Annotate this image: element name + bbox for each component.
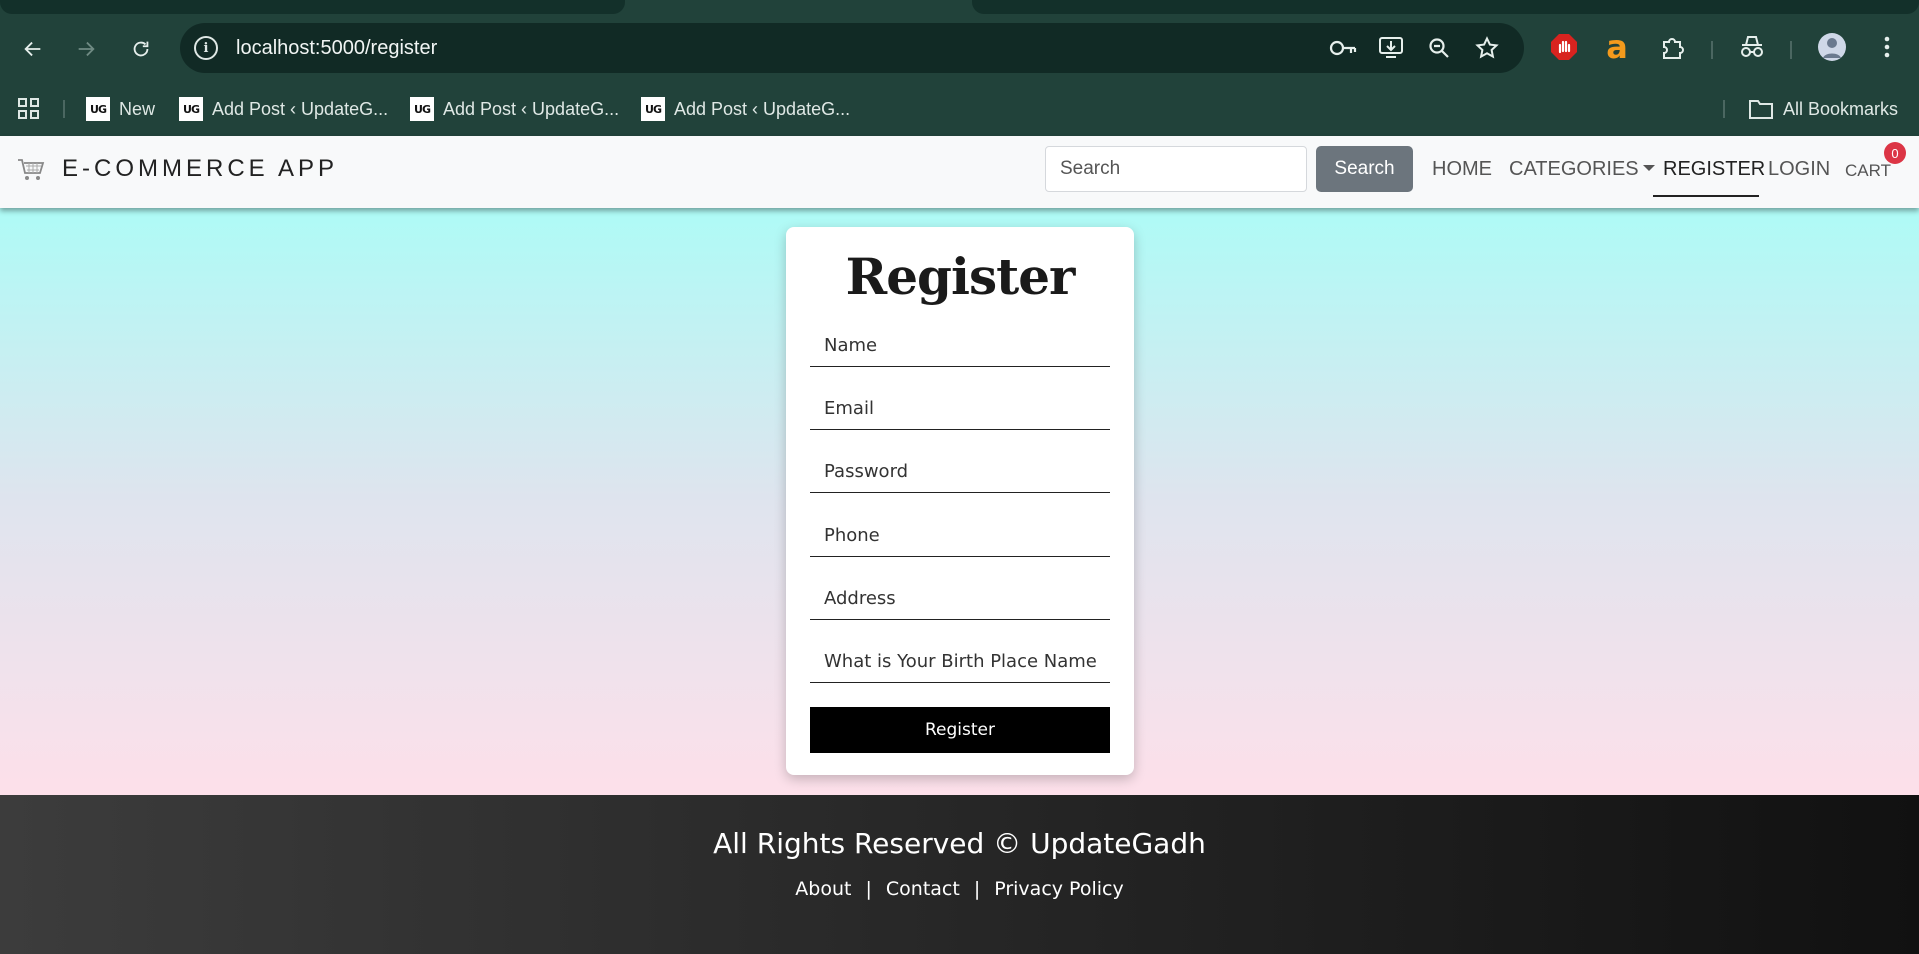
reload-icon[interactable] [124,32,158,66]
bookmark-item[interactable]: UG Add Post ‹ UpdateG... [410,82,619,136]
menu-icon[interactable] [1870,30,1904,64]
back-arrow-icon[interactable] [16,32,50,66]
toolbar-divider [1711,41,1713,59]
bookmark-item[interactable]: UG New [86,82,155,136]
bookmark-label: New [119,98,156,119]
bookmarks-divider [63,100,65,118]
tab-strip [0,0,1919,14]
apps-grid-icon[interactable] [16,82,42,136]
nav-cart[interactable]: CART [1845,161,1891,181]
all-bookmarks-label: All Bookmarks [1783,98,1899,119]
phone-field[interactable] [810,515,1110,557]
bookmark-label: Add Post ‹ UpdateG... [443,98,620,119]
name-field[interactable] [810,325,1110,367]
forward-arrow-icon[interactable] [69,32,103,66]
zoom-icon[interactable] [1424,34,1454,62]
browser-toolbar: i localhost:5000/register a [0,14,1919,82]
adblock-icon[interactable] [1547,30,1581,64]
all-bookmarks[interactable]: All Bookmarks [1748,82,1898,136]
active-nav-underline [1653,195,1759,197]
bookmarks-divider [1723,100,1725,118]
tab-inactive-right[interactable] [972,0,1919,14]
site-footer: All Rights Reserved © UpdateGadh About |… [0,795,1919,954]
password-field[interactable] [810,451,1110,493]
url-text[interactable]: localhost:5000/register [236,37,437,60]
amazon-icon[interactable]: a [1600,30,1634,64]
updategadh-favicon-icon: UG [179,97,203,121]
brand-link[interactable]: E-COMMERCE APP [16,154,338,184]
search-button[interactable]: Search [1316,146,1413,192]
address-field[interactable] [810,578,1110,620]
footer-separator: | [865,878,872,900]
address-bar[interactable]: i localhost:5000/register [180,23,1524,73]
bookmark-item[interactable]: UG Add Post ‹ UpdateG... [179,82,388,136]
extensions-icon[interactable] [1656,30,1690,64]
main-content: Register Register [0,208,1919,795]
footer-links: About | Contact | Privacy Policy [0,878,1919,900]
brand-name: E-COMMERCE APP [62,155,339,182]
bookmarks-bar: UG New UG Add Post ‹ UpdateG... UG Add P… [0,82,1919,136]
toolbar-divider [1790,41,1792,59]
email-field[interactable] [810,388,1110,430]
bookmark-label: Add Post ‹ UpdateG... [212,98,389,119]
updategadh-favicon-icon: UG [641,97,665,121]
folder-icon [1749,100,1773,119]
tab-inactive-left[interactable] [0,0,625,14]
cart-count-badge: 0 [1884,142,1906,164]
install-icon[interactable] [1376,34,1406,62]
register-title: Register [845,247,1076,306]
caret-down-icon [1642,164,1655,171]
star-icon[interactable] [1472,34,1502,62]
nav-login[interactable]: LOGIN [1768,158,1830,181]
updategadh-favicon-icon: UG [410,97,434,121]
bookmark-label: Add Post ‹ UpdateG... [674,98,851,119]
shopping-cart-icon [18,159,45,180]
footer-privacy-link[interactable]: Privacy Policy [994,878,1123,900]
footer-copyright: All Rights Reserved © UpdateGadh [713,827,1206,860]
bookmark-item[interactable]: UG Add Post ‹ UpdateG... [641,82,850,136]
incognito-icon[interactable] [1735,30,1769,64]
birth-place-field[interactable] [810,641,1110,683]
site-info-icon[interactable]: i [194,36,218,60]
site-navbar: E-COMMERCE APP Search HOME CATEGORIES RE… [0,136,1919,208]
footer-separator: | [973,878,981,900]
footer-about-link[interactable]: About [795,878,851,900]
register-card: Register Register [786,227,1134,775]
footer-contact-link[interactable]: Contact [886,878,960,900]
nav-register[interactable]: REGISTER [1663,158,1765,181]
updategadh-favicon-icon: UG [86,97,110,121]
nav-categories-label: CATEGORIES [1509,158,1639,180]
nav-categories[interactable]: CATEGORIES [1509,158,1655,181]
nav-home[interactable]: HOME [1432,158,1492,181]
profile-avatar[interactable] [1815,30,1849,64]
register-button[interactable]: Register [810,707,1110,753]
search-input[interactable] [1045,146,1307,192]
key-icon[interactable] [1328,34,1358,62]
